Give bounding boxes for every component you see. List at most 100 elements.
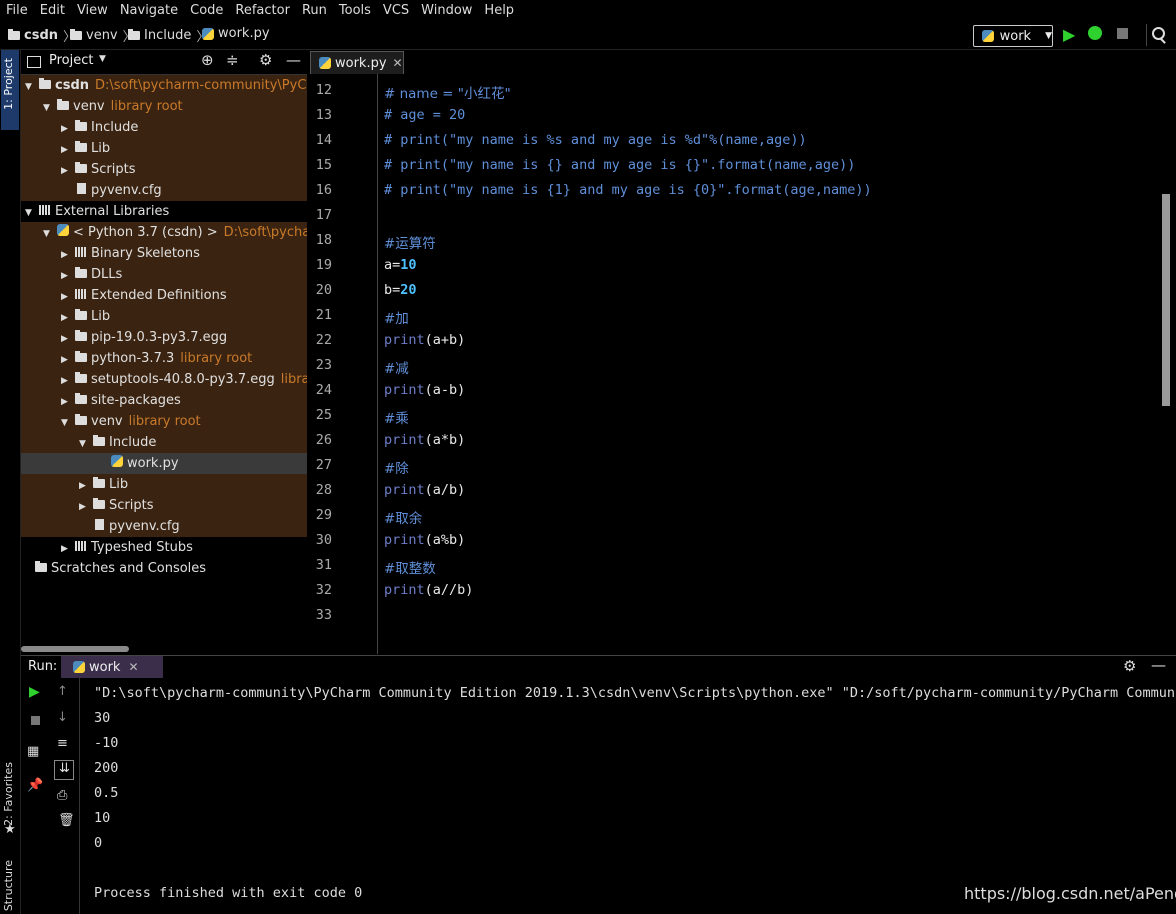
code-line[interactable]: print(a*b) xyxy=(384,432,465,448)
code-line[interactable]: #除 xyxy=(384,457,409,477)
tree-item[interactable]: ▶ Include xyxy=(21,117,307,138)
tree-scroll-thumb[interactable] xyxy=(21,646,129,652)
tree-item[interactable]: pyvenv.cfg xyxy=(21,516,307,537)
tree-item[interactable]: ▶ pip-19.0.3-py3.7.egg xyxy=(21,327,307,348)
code-line[interactable]: #运算符 xyxy=(384,232,436,252)
code-line[interactable]: print(a/b) xyxy=(384,482,465,498)
menu-code[interactable]: Code xyxy=(184,1,229,21)
code-line[interactable]: print(a%b) xyxy=(384,532,465,548)
tree-item[interactable]: ▼ venv library root xyxy=(21,411,307,432)
tree-item[interactable]: ▼ Include xyxy=(21,432,307,453)
collapsed-arrow-icon[interactable]: ▶ xyxy=(61,266,71,287)
expanded-arrow-icon[interactable]: ▼ xyxy=(79,434,89,455)
locate-icon[interactable]: ⊕ xyxy=(201,51,214,69)
up-arrow-icon[interactable]: ↑ xyxy=(57,684,68,699)
code-line[interactable]: print(a//b) xyxy=(384,582,473,598)
code-line[interactable]: # print("my name is %s and my age is %d"… xyxy=(384,132,807,148)
tree-item[interactable]: ▶ Lib xyxy=(21,306,307,327)
collapsed-arrow-icon[interactable]: ▶ xyxy=(79,476,89,497)
code-line[interactable]: # age = 20 xyxy=(384,107,465,123)
collapsed-arrow-icon[interactable]: ▶ xyxy=(61,539,71,560)
code-line[interactable]: #取整数 xyxy=(384,557,436,577)
stop-icon[interactable] xyxy=(1117,28,1128,39)
structure-tool-label[interactable]: Structure xyxy=(2,860,15,911)
tree-item[interactable]: ▼ csdn D:\soft\pycharm-community\PyCharm xyxy=(21,75,307,96)
print-icon[interactable]: ⎙ xyxy=(57,788,67,803)
tree-item[interactable]: Scratches and Consoles xyxy=(21,558,307,579)
tree-item[interactable]: ▶ Typeshed Stubs xyxy=(21,537,307,558)
minimize-icon[interactable]: — xyxy=(286,51,301,69)
menu-edit[interactable]: Edit xyxy=(34,1,71,21)
collapsed-arrow-icon[interactable]: ▶ xyxy=(61,329,71,350)
tree-item[interactable]: ▼ venv library root xyxy=(21,96,307,117)
menu-navigate[interactable]: Navigate xyxy=(114,1,184,21)
code-line[interactable]: print(a+b) xyxy=(384,332,465,348)
collapsed-arrow-icon[interactable]: ▶ xyxy=(61,392,71,413)
run-icon[interactable]: ▶ xyxy=(1063,25,1075,44)
code-line[interactable]: b=20 xyxy=(384,282,417,298)
code-line[interactable]: # name = "小红花" xyxy=(384,82,511,102)
editor-vertical-scrollbar[interactable] xyxy=(1160,74,1176,654)
tree-item[interactable]: ▶ Scripts xyxy=(21,495,307,516)
tree-item[interactable]: ▶ setuptools-40.8.0-py3.7.egg library r xyxy=(21,369,307,390)
run-configuration-select[interactable]: work ▼ xyxy=(973,25,1053,47)
collapsed-arrow-icon[interactable]: ▶ xyxy=(61,350,71,371)
tree-item[interactable]: ▶ site-packages xyxy=(21,390,307,411)
code-line[interactable]: #加 xyxy=(384,307,409,327)
minimize-icon[interactable]: — xyxy=(1151,656,1166,674)
stop-icon[interactable] xyxy=(31,716,40,725)
tree-item[interactable]: ▶ Scripts xyxy=(21,159,307,180)
tree-item[interactable]: pyvenv.cfg xyxy=(21,180,307,201)
tree-item[interactable]: ▶ python-3.7.3 library root xyxy=(21,348,307,369)
run-tab-work[interactable]: work ✕ xyxy=(61,656,163,678)
tree-item[interactable]: ▶ Lib xyxy=(21,138,307,159)
collapsed-arrow-icon[interactable]: ▶ xyxy=(61,140,71,161)
menu-view[interactable]: View xyxy=(71,1,114,21)
pin-icon[interactable]: 📌 xyxy=(27,778,43,793)
menu-run[interactable]: Run xyxy=(296,1,333,21)
gear-icon[interactable]: ⚙ xyxy=(1123,657,1136,675)
chevron-down-icon[interactable]: ▼ xyxy=(99,54,106,64)
code-line[interactable]: # print("my name is {} and my age is {}"… xyxy=(384,157,855,173)
project-tool-label[interactable]: 1: Project xyxy=(2,58,15,110)
expanded-arrow-icon[interactable]: ▼ xyxy=(25,203,35,224)
favorites-tool-label[interactable]: 2: Favorites xyxy=(2,762,15,826)
tree-item[interactable]: ▶ DLLs xyxy=(21,264,307,285)
expanded-arrow-icon[interactable]: ▼ xyxy=(43,224,53,245)
expanded-arrow-icon[interactable]: ▼ xyxy=(61,413,71,434)
menu-refactor[interactable]: Refactor xyxy=(229,1,296,21)
menu-help[interactable]: Help xyxy=(478,1,520,21)
close-icon[interactable]: ✕ xyxy=(393,56,403,70)
code-line[interactable]: a=10 xyxy=(384,257,417,273)
gear-icon[interactable]: ⚙ xyxy=(259,51,272,69)
collapsed-arrow-icon[interactable]: ▶ xyxy=(61,161,71,182)
run-console[interactable]: "D:\soft\pycharm-community\PyCharm Commu… xyxy=(80,678,1176,914)
collapse-all-icon[interactable]: ≑ xyxy=(226,51,239,69)
project-view-select[interactable]: Project xyxy=(49,53,93,68)
code-line[interactable]: #取余 xyxy=(384,507,422,527)
collapsed-arrow-icon[interactable]: ▶ xyxy=(61,287,71,308)
tree-item[interactable]: work.py xyxy=(21,453,307,474)
code-line[interactable]: #乘 xyxy=(384,407,409,427)
tree-item[interactable]: ▼ < Python 3.7 (csdn) > D:\soft\pycharm-c xyxy=(21,222,307,243)
down-arrow-icon[interactable]: ↓ xyxy=(57,710,68,725)
menu-vcs[interactable]: VCS xyxy=(377,1,415,21)
tree-item[interactable]: ▶ Lib xyxy=(21,474,307,495)
layout-icon[interactable]: ▦ xyxy=(27,744,39,759)
breadcrumb-file[interactable]: work.py xyxy=(202,26,270,41)
collapsed-arrow-icon[interactable]: ▶ xyxy=(61,308,71,329)
tree-item[interactable]: ▶ Extended Definitions xyxy=(21,285,307,306)
expanded-arrow-icon[interactable]: ▼ xyxy=(25,77,35,98)
code-line[interactable]: #减 xyxy=(384,357,409,377)
soft-wrap-icon[interactable]: ≡ xyxy=(57,736,68,751)
menu-window[interactable]: Window xyxy=(415,1,478,21)
tree-item[interactable]: ▼ External Libraries xyxy=(21,201,307,222)
collapsed-arrow-icon[interactable]: ▶ xyxy=(79,497,89,518)
search-button[interactable] xyxy=(1146,24,1169,46)
debug-icon[interactable] xyxy=(1088,26,1102,40)
rerun-icon[interactable]: ▶ xyxy=(29,684,40,700)
collapsed-arrow-icon[interactable]: ▶ xyxy=(61,245,71,266)
tree-item[interactable]: ▶ Binary Skeletons xyxy=(21,243,307,264)
collapsed-arrow-icon[interactable]: ▶ xyxy=(61,371,71,392)
expanded-arrow-icon[interactable]: ▼ xyxy=(43,98,53,119)
